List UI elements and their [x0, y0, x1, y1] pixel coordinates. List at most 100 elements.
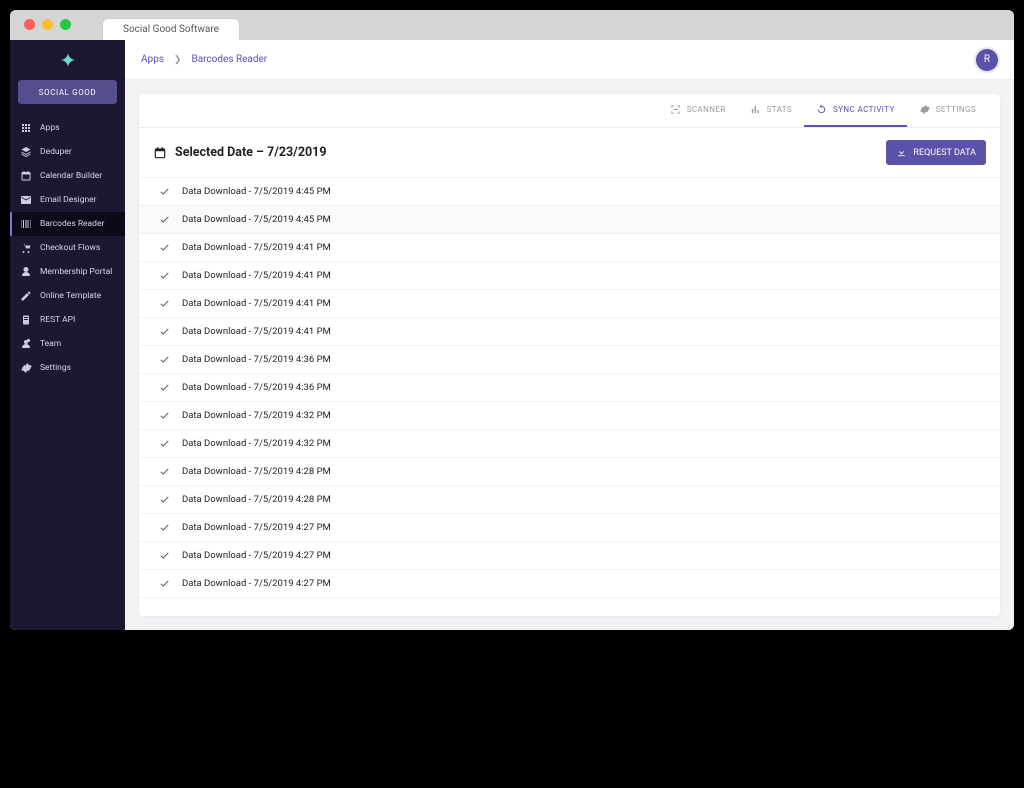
- activity-row[interactable]: Data Download - 7/5/2019 4:36 PM: [139, 346, 1000, 374]
- tab-sync-activity[interactable]: SYNC ACTIVITY: [804, 94, 907, 127]
- sidebar-item-online-template[interactable]: Online Template: [10, 284, 125, 308]
- sidebar-item-checkout-flows[interactable]: Checkout Flows: [10, 236, 125, 260]
- panel-header: Selected Date – 7/23/2019 REQUEST DATA: [139, 128, 1000, 177]
- activity-row[interactable]: Data Download - 7/5/2019 4:41 PM: [139, 234, 1000, 262]
- close-window-icon[interactable]: [24, 19, 35, 30]
- bird-logo-icon: [59, 51, 77, 69]
- activity-text: Data Download - 7/5/2019 4:28 PM: [182, 494, 331, 505]
- stats-icon: [750, 104, 761, 115]
- logo[interactable]: [10, 40, 125, 80]
- apps-icon: [20, 122, 32, 134]
- activity-row[interactable]: Data Download - 7/5/2019 4:27 PM: [139, 514, 1000, 542]
- minimize-window-icon[interactable]: [42, 19, 53, 30]
- breadcrumb-current[interactable]: Barcodes Reader: [191, 54, 267, 65]
- subtab-label: SCANNER: [687, 105, 726, 114]
- brand-button[interactable]: SOCIAL GOOD: [18, 80, 117, 104]
- chevron-right-icon: ❯: [174, 55, 182, 65]
- maximize-window-icon[interactable]: [60, 19, 71, 30]
- activity-row[interactable]: Data Download - 7/5/2019 4:41 PM: [139, 262, 1000, 290]
- sync-icon: [816, 104, 827, 115]
- activity-text: Data Download - 7/5/2019 4:41 PM: [182, 270, 331, 281]
- check-icon: [159, 186, 170, 197]
- email-icon: [20, 194, 32, 206]
- stats-icon: [750, 104, 761, 115]
- scan-icon: [670, 104, 681, 115]
- sidebar: SOCIAL GOOD AppsDeduper Calendar Builder E…: [10, 40, 125, 630]
- sidebar-item-rest-api[interactable]: REST API: [10, 308, 125, 332]
- check-icon: [159, 298, 170, 309]
- tab-stats[interactable]: STATS: [738, 94, 804, 127]
- request-data-button[interactable]: REQUEST DATA: [886, 140, 986, 165]
- sidebar-item-label: Online Template: [40, 291, 101, 301]
- check-icon: [159, 550, 170, 561]
- account-icon: [20, 266, 32, 278]
- activity-row[interactable]: Data Download - 7/5/2019 4:27 PM: [139, 570, 1000, 598]
- calendar-icon: [153, 146, 167, 160]
- apps-icon: [20, 122, 32, 134]
- settings-icon: [20, 362, 32, 374]
- pencil-icon: [20, 290, 32, 302]
- activity-row[interactable]: Data Download - 7/5/2019 4:36 PM: [139, 374, 1000, 402]
- check-icon: [159, 382, 170, 393]
- activity-row[interactable]: Data Download - 7/5/2019 4:41 PM: [139, 290, 1000, 318]
- breadcrumb-root[interactable]: Apps: [141, 54, 164, 65]
- layers-icon: [20, 146, 32, 158]
- check-icon: [159, 466, 170, 477]
- tab-settings[interactable]: SETTINGS: [907, 94, 988, 127]
- barcode-icon: [20, 218, 32, 230]
- activity-text: Data Download - 7/5/2019 4:41 PM: [182, 242, 331, 253]
- check-icon: [159, 410, 170, 421]
- activity-row[interactable]: Data Download - 7/5/2019 4:32 PM: [139, 402, 1000, 430]
- activity-text: Data Download - 7/5/2019 4:27 PM: [182, 522, 331, 533]
- activity-row[interactable]: Data Download - 7/5/2019 4:41 PM: [139, 318, 1000, 346]
- sidebar-item-calendar-builder[interactable]: Calendar Builder: [10, 164, 125, 188]
- browser-tab[interactable]: Social Good Software: [102, 18, 240, 40]
- activity-row[interactable]: Data Download - 7/5/2019 4:28 PM: [139, 486, 1000, 514]
- check-icon: [159, 578, 170, 589]
- sidebar-item-label: Barcodes Reader: [40, 219, 104, 229]
- sidebar-item-deduper[interactable]: Deduper: [10, 140, 125, 164]
- browser-window: Social Good Software SOCIAL GOOD AppsDed…: [10, 10, 1014, 630]
- gear-icon: [919, 104, 930, 115]
- api-icon: [20, 314, 32, 326]
- activity-row[interactable]: Data Download - 7/5/2019 4:45 PM: [139, 178, 1000, 206]
- sidebar-item-membership-portal[interactable]: Membership Portal: [10, 260, 125, 284]
- avatar[interactable]: R: [976, 49, 998, 71]
- activity-text: Data Download - 7/5/2019 4:32 PM: [182, 410, 331, 421]
- activity-row[interactable]: Data Download - 7/5/2019 4:45 PM: [139, 206, 1000, 234]
- window-controls: [24, 19, 71, 30]
- subtab-label: SETTINGS: [936, 105, 976, 114]
- api-icon: [20, 314, 32, 326]
- sidebar-item-label: Checkout Flows: [40, 243, 100, 253]
- account-icon: [20, 266, 32, 278]
- barcode-icon: [20, 218, 32, 230]
- check-icon: [159, 354, 170, 365]
- sidebar-item-team[interactable]: Team: [10, 332, 125, 356]
- team-icon: [20, 338, 32, 350]
- sidebar-item-barcodes-reader[interactable]: Barcodes Reader: [10, 212, 125, 236]
- activity-text: Data Download - 7/5/2019 4:28 PM: [182, 466, 331, 477]
- main-area: Apps ❯ Barcodes Reader R SCANNER STATSSYN…: [125, 40, 1014, 630]
- activity-row[interactable]: Data Download - 7/5/2019 4:32 PM: [139, 430, 1000, 458]
- sidebar-item-label: Email Designer: [40, 195, 97, 205]
- content: SCANNER STATSSYNC ACTIVITY SETTINGS Select…: [125, 80, 1014, 630]
- tab-scanner[interactable]: SCANNER: [658, 94, 738, 127]
- sidebar-item-label: Membership Portal: [40, 267, 112, 277]
- activity-row[interactable]: Data Download - 7/5/2019 4:27 PM: [139, 542, 1000, 570]
- app-root: SOCIAL GOOD AppsDeduperCalendar BuilderE…: [10, 40, 1014, 630]
- sidebar-item-email-designer[interactable]: Email Designer: [10, 188, 125, 212]
- cart-icon: [20, 242, 32, 254]
- panel: SCANNER STATSSYNC ACTIVITY SETTINGS Select…: [139, 94, 1000, 616]
- activity-row[interactable]: Data Download - 7/5/2019 4:28 PM: [139, 458, 1000, 486]
- sidebar-item-label: Settings: [40, 363, 71, 373]
- check-icon: [159, 522, 170, 533]
- sub-tabs: SCANNER STATSSYNC ACTIVITY SETTINGS: [139, 94, 1000, 128]
- topbar: Apps ❯ Barcodes Reader R: [125, 40, 1014, 80]
- request-data-label: REQUEST DATA: [913, 148, 976, 158]
- sidebar-item-label: Team: [40, 339, 61, 349]
- sidebar-item-apps[interactable]: Apps: [10, 116, 125, 140]
- sidebar-item-settings[interactable]: Settings: [10, 356, 125, 380]
- sidebar-item-label: Calendar Builder: [40, 171, 102, 181]
- browser-chrome: Social Good Software: [10, 10, 1014, 40]
- activity-list[interactable]: Data Download - 7/5/2019 4:45 PMData Dow…: [139, 177, 1000, 616]
